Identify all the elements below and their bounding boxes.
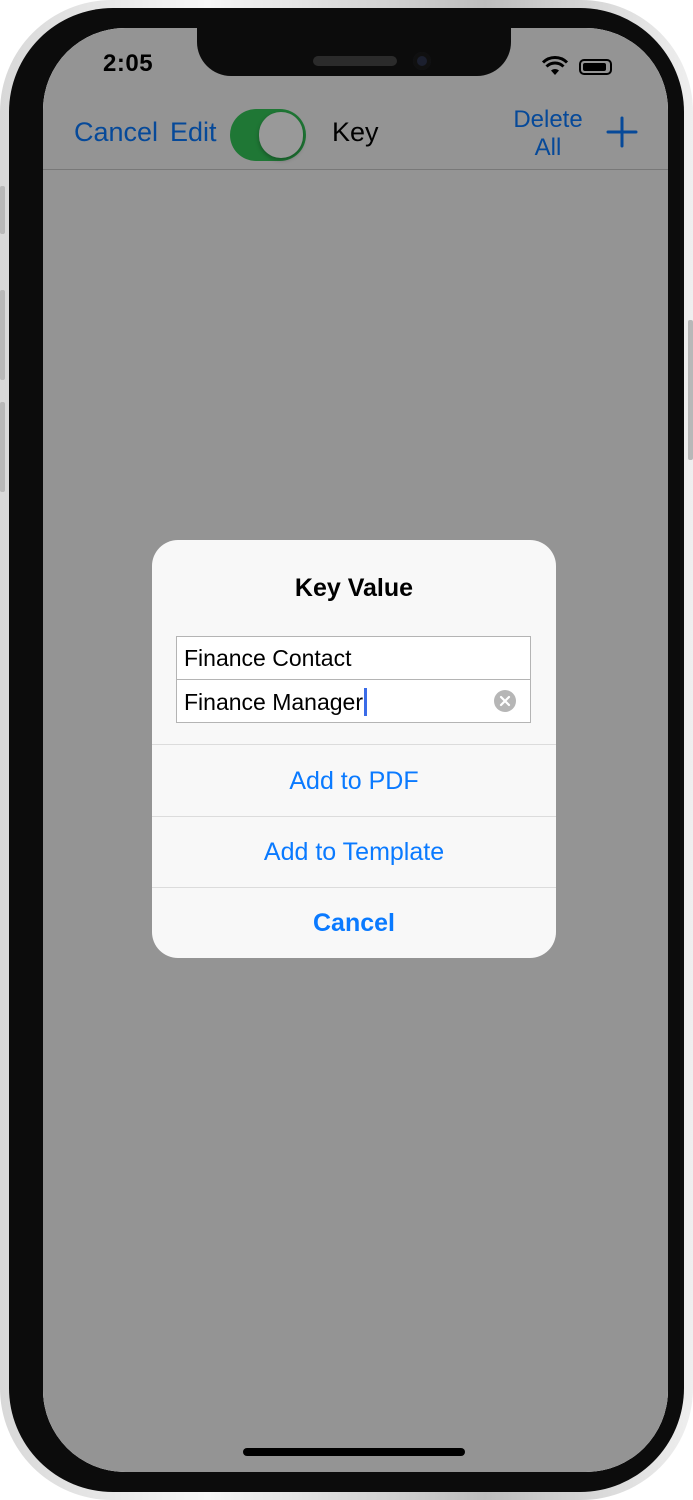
add-to-pdf-button[interactable]: Add to PDF — [152, 746, 556, 816]
value-field[interactable]: Finance Manager — [176, 679, 531, 723]
speaker-grille — [313, 56, 397, 66]
volume-up-button — [0, 290, 5, 380]
front-camera — [413, 52, 431, 70]
separator — [152, 744, 556, 745]
value-field-text-wrap: Finance Manager — [184, 688, 367, 716]
key-value-alert: Key Value Finance Contact Finance Manage… — [152, 540, 556, 958]
device-frame: 2:05 Cancel Edit Key Delete All Key Valu… — [0, 0, 693, 1500]
silent-switch — [0, 186, 5, 234]
screen: 2:05 Cancel Edit Key Delete All Key Valu… — [43, 28, 668, 1472]
home-indicator[interactable] — [243, 1448, 465, 1456]
value-field-value: Finance Manager — [184, 689, 363, 715]
volume-down-button — [0, 402, 5, 492]
notch — [197, 28, 511, 76]
text-caret — [364, 688, 367, 716]
bezel: 2:05 Cancel Edit Key Delete All Key Valu… — [9, 8, 684, 1492]
add-to-template-button[interactable]: Add to Template — [152, 817, 556, 887]
alert-title: Key Value — [294, 574, 414, 602]
clear-text-icon[interactable] — [494, 690, 516, 712]
alert-cancel-button[interactable]: Cancel — [152, 888, 556, 958]
key-field-value: Finance Contact — [184, 645, 352, 671]
side-button — [688, 320, 693, 460]
key-field[interactable]: Finance Contact — [176, 636, 531, 680]
